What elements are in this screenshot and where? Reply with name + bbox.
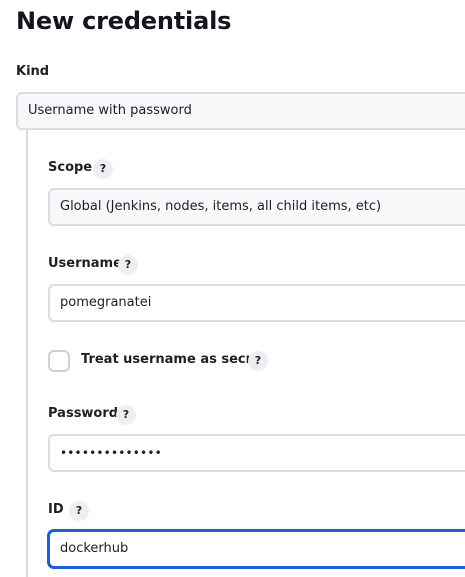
username-help-icon[interactable]: ? — [118, 255, 138, 275]
username-input-value: pomegranatei — [60, 295, 152, 310]
username-input[interactable]: pomegranatei — [48, 284, 465, 322]
id-label: ID — [48, 502, 64, 517]
scope-select[interactable]: Global (Jenkins, nodes, items, all child… — [48, 188, 465, 226]
page-title: New credentials — [16, 7, 232, 35]
password-input[interactable]: •••••••••••••• — [48, 434, 465, 472]
treat-username-secret-label[interactable]: Treat username as secret — [81, 351, 267, 369]
kind-select[interactable]: Username with password — [16, 92, 465, 130]
password-help-icon[interactable]: ? — [116, 405, 136, 425]
password-input-value: •••••••••••••• — [60, 446, 162, 460]
treat-secret-help-icon[interactable]: ? — [248, 351, 268, 371]
kind-select-value: Username with password — [28, 103, 192, 118]
credentials-form-page: New credentials Kind Username with passw… — [0, 0, 465, 577]
username-label: Username — [48, 256, 122, 271]
kind-label: Kind — [16, 64, 50, 79]
treat-username-secret-checkbox[interactable] — [48, 350, 70, 372]
password-label: Password — [48, 406, 119, 421]
scope-select-value: Global (Jenkins, nodes, items, all child… — [60, 199, 382, 214]
id-input-value: dockerhub — [60, 541, 129, 556]
scope-label: Scope — [48, 160, 93, 175]
id-help-icon[interactable]: ? — [69, 501, 89, 521]
nested-section-divider — [26, 130, 28, 577]
scope-help-icon[interactable]: ? — [93, 159, 113, 179]
id-input[interactable]: dockerhub — [48, 530, 465, 568]
